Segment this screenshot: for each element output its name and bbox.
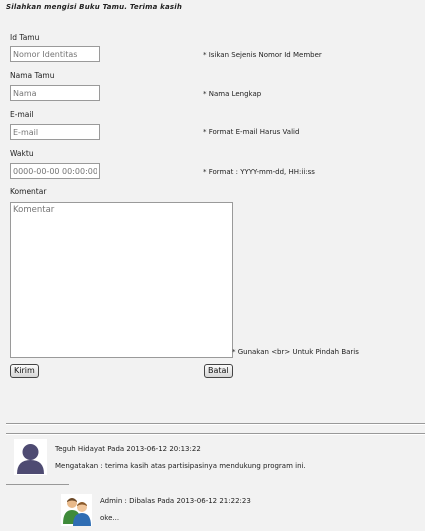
comment-separator bbox=[6, 484, 69, 485]
komentar-textarea[interactable] bbox=[10, 202, 233, 358]
kirim-button[interactable]: Kirim bbox=[10, 364, 39, 378]
komentar-label: Komentar bbox=[10, 187, 47, 196]
form-title: Silahkan mengisi Buku Tamu. Terima kasih bbox=[6, 3, 183, 11]
divider bbox=[6, 423, 425, 425]
waktu-label: Waktu bbox=[10, 149, 34, 158]
nama-input[interactable] bbox=[10, 85, 100, 101]
waktu-hint: * Format : YYYY-mm-dd, HH:ii:ss bbox=[203, 168, 315, 176]
waktu-input[interactable] bbox=[10, 163, 100, 179]
komentar-hint: * Gunakan <br> Untuk Pindah Baris bbox=[232, 348, 359, 356]
user-avatar-icon bbox=[14, 439, 47, 475]
admin-avatar-icon bbox=[61, 494, 92, 526]
email-hint: * Format E-mail Harus Valid bbox=[203, 128, 300, 136]
nama-hint: * Nama Lengkap bbox=[203, 90, 262, 98]
comment-author: Teguh Hidayat Pada 2013-06-12 20:13:22 bbox=[55, 445, 201, 453]
id-label: Id Tamu bbox=[10, 33, 40, 42]
id-input[interactable] bbox=[10, 46, 100, 62]
batal-button[interactable]: Batal bbox=[204, 364, 233, 378]
reply-text: oke... bbox=[100, 514, 120, 522]
id-hint: * Isikan Sejenis Nomor Id Member bbox=[203, 51, 322, 59]
divider bbox=[6, 433, 425, 435]
reply-author: Admin : Dibalas Pada 2013-06-12 21:22:23 bbox=[100, 497, 251, 505]
email-label: E-mail bbox=[10, 110, 34, 119]
nama-label: Nama Tamu bbox=[10, 71, 55, 80]
comment-text: Mengatakan : terima kasih atas partisipa… bbox=[55, 462, 306, 470]
email-input[interactable] bbox=[10, 124, 100, 140]
